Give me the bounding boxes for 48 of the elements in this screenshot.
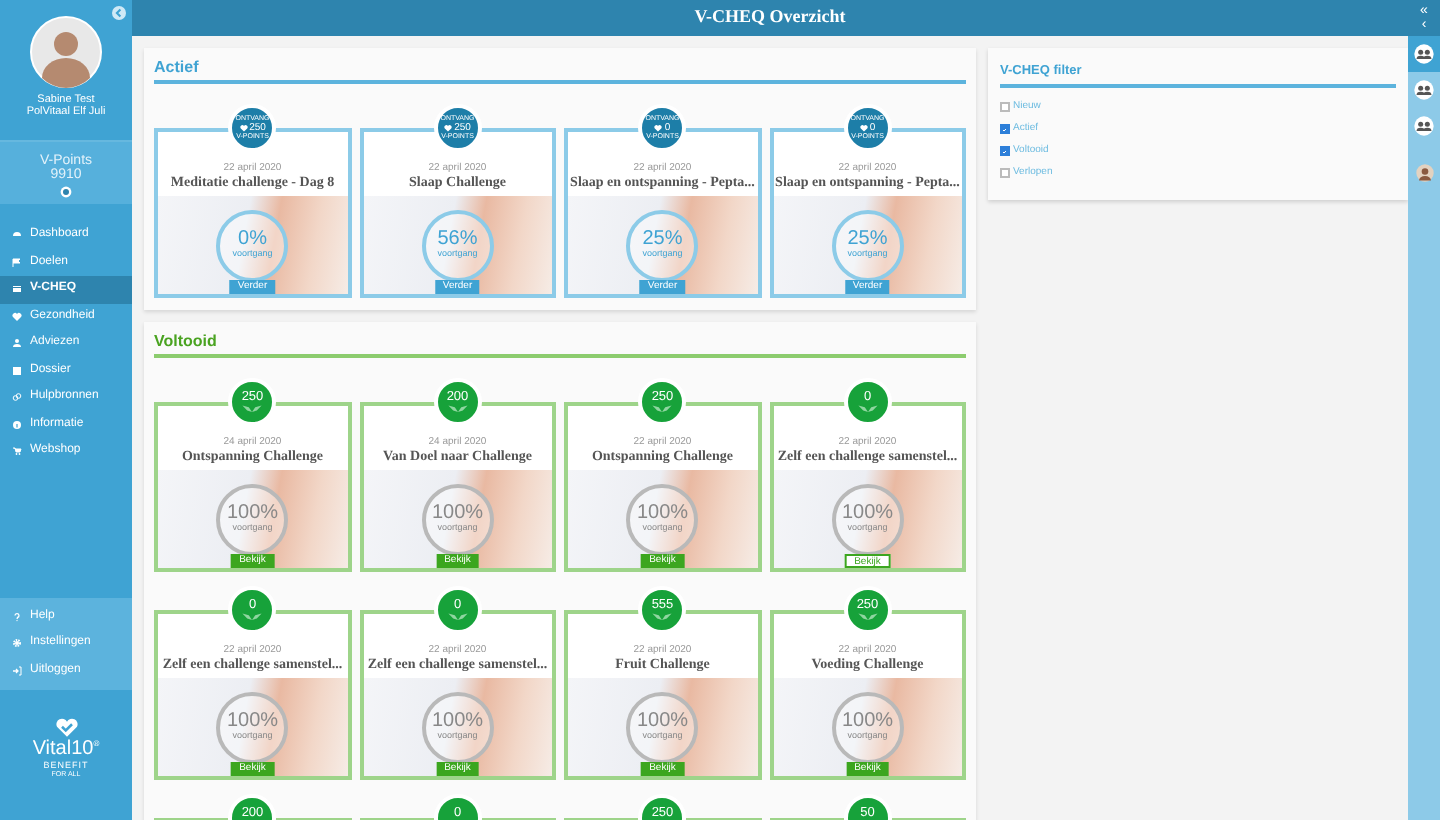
progress-value: 100% <box>226 712 279 733</box>
progress-value: 100% <box>431 504 484 525</box>
wings-icon <box>650 612 675 621</box>
progress-value: 0% <box>238 230 267 251</box>
section-title: Voltooid <box>154 332 217 350</box>
section-title: Actief <box>154 58 199 76</box>
heart-icon <box>654 124 663 132</box>
checkbox[interactable] <box>1000 168 1009 178</box>
progress-value: 100% <box>841 712 894 733</box>
target-icon[interactable] <box>60 186 72 198</box>
collapse-icon[interactable] <box>112 6 126 20</box>
cart-icon <box>12 446 22 457</box>
progress-value: 100% <box>636 712 689 733</box>
group-tab[interactable] <box>1408 36 1440 72</box>
logo-wordmark: Vital10 <box>32 738 94 760</box>
progress-value: 56% <box>437 230 478 251</box>
heart-icon <box>444 124 453 132</box>
info-icon <box>12 419 22 430</box>
heart-logo-icon <box>53 718 79 738</box>
heart-icon <box>239 124 248 132</box>
gauge-icon <box>12 230 22 241</box>
progress-value: 25% <box>642 230 683 251</box>
avatar <box>30 16 102 88</box>
wings-icon <box>650 404 675 413</box>
wings-icon <box>240 404 265 413</box>
progress-value: 100% <box>431 712 484 733</box>
progress-value: 25% <box>847 230 888 251</box>
link-icon <box>12 392 22 403</box>
logout-icon <box>12 665 22 676</box>
checkbox[interactable] <box>1000 146 1009 156</box>
help-icon <box>12 611 22 622</box>
checkbox[interactable] <box>1000 124 1009 134</box>
progress-value: 100% <box>636 504 689 525</box>
wings-icon <box>855 612 880 621</box>
page-title: V-CHEQ Overzicht <box>694 4 846 31</box>
wings-icon <box>855 404 880 413</box>
checkbox[interactable] <box>1000 102 1009 112</box>
progress-value: 100% <box>226 504 279 525</box>
progress-value: 100% <box>841 504 894 525</box>
settings-icon <box>12 638 22 649</box>
heartbeat-icon <box>12 311 22 322</box>
wings-icon <box>445 612 470 621</box>
wings-icon <box>240 612 265 621</box>
flag-icon <box>12 257 22 268</box>
person-icon <box>12 338 22 349</box>
folder-icon <box>12 365 22 376</box>
wings-icon <box>445 404 470 413</box>
heart-icon <box>859 124 868 132</box>
